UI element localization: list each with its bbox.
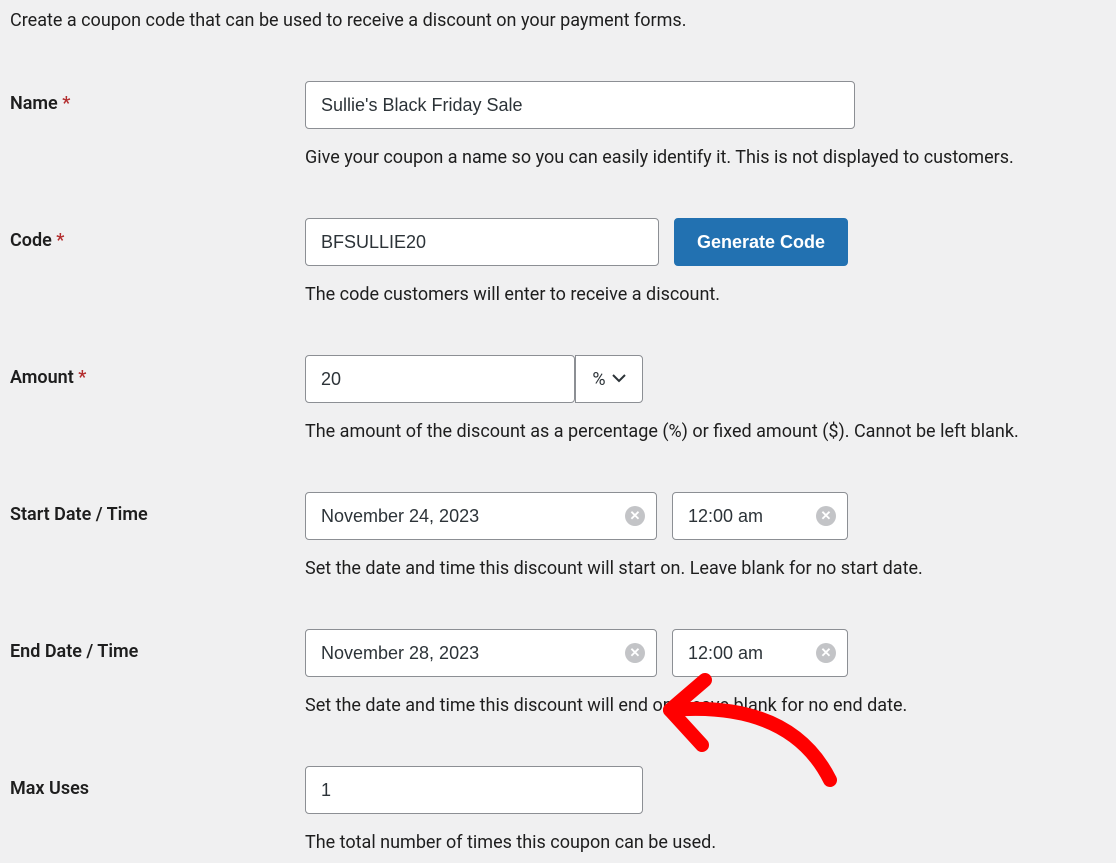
clear-icon[interactable]: ✕ [625, 506, 645, 526]
start-date-input[interactable] [305, 492, 657, 540]
row-start-date: Start Date / Time ✕ ✕ Set the date and t… [10, 492, 1106, 579]
generate-code-button[interactable]: Generate Code [674, 218, 848, 266]
required-star: * [62, 93, 70, 114]
code-input[interactable] [305, 218, 659, 266]
amount-unit-label: % [592, 369, 605, 390]
name-help: Give your coupon a name so you can easil… [305, 147, 1106, 168]
required-star: * [78, 367, 86, 388]
clear-icon[interactable]: ✕ [816, 506, 836, 526]
intro-text: Create a coupon code that can be used to… [10, 10, 1106, 31]
label-start-date: Start Date / Time [10, 492, 305, 525]
name-input[interactable] [305, 81, 855, 129]
label-amount: Amount * [10, 355, 305, 388]
end-help: Set the date and time this discount will… [305, 695, 1106, 716]
amount-input[interactable] [305, 355, 575, 403]
label-code: Code * [10, 218, 305, 251]
clear-icon[interactable]: ✕ [816, 643, 836, 663]
start-help: Set the date and time this discount will… [305, 558, 1106, 579]
chevron-down-icon [612, 371, 626, 387]
end-date-input[interactable] [305, 629, 657, 677]
max-uses-input[interactable] [305, 766, 643, 814]
label-name: Name * [10, 81, 305, 114]
row-end-date: End Date / Time ✕ ✕ Set the date and tim… [10, 629, 1106, 716]
row-max-uses: Max Uses The total number of times this … [10, 766, 1106, 853]
label-end-date: End Date / Time [10, 629, 305, 662]
label-max-uses: Max Uses [10, 766, 305, 799]
code-help: The code customers will enter to receive… [305, 284, 1106, 305]
row-amount: Amount * % The amount of the discount as… [10, 355, 1106, 442]
amount-help: The amount of the discount as a percenta… [305, 421, 1106, 442]
clear-icon[interactable]: ✕ [625, 643, 645, 663]
max-uses-help: The total number of times this coupon ca… [305, 832, 1106, 853]
row-name: Name * Give your coupon a name so you ca… [10, 81, 1106, 168]
row-code: Code * Generate Code The code customers … [10, 218, 1106, 305]
required-star: * [56, 230, 64, 251]
amount-unit-select[interactable]: % [575, 355, 643, 403]
